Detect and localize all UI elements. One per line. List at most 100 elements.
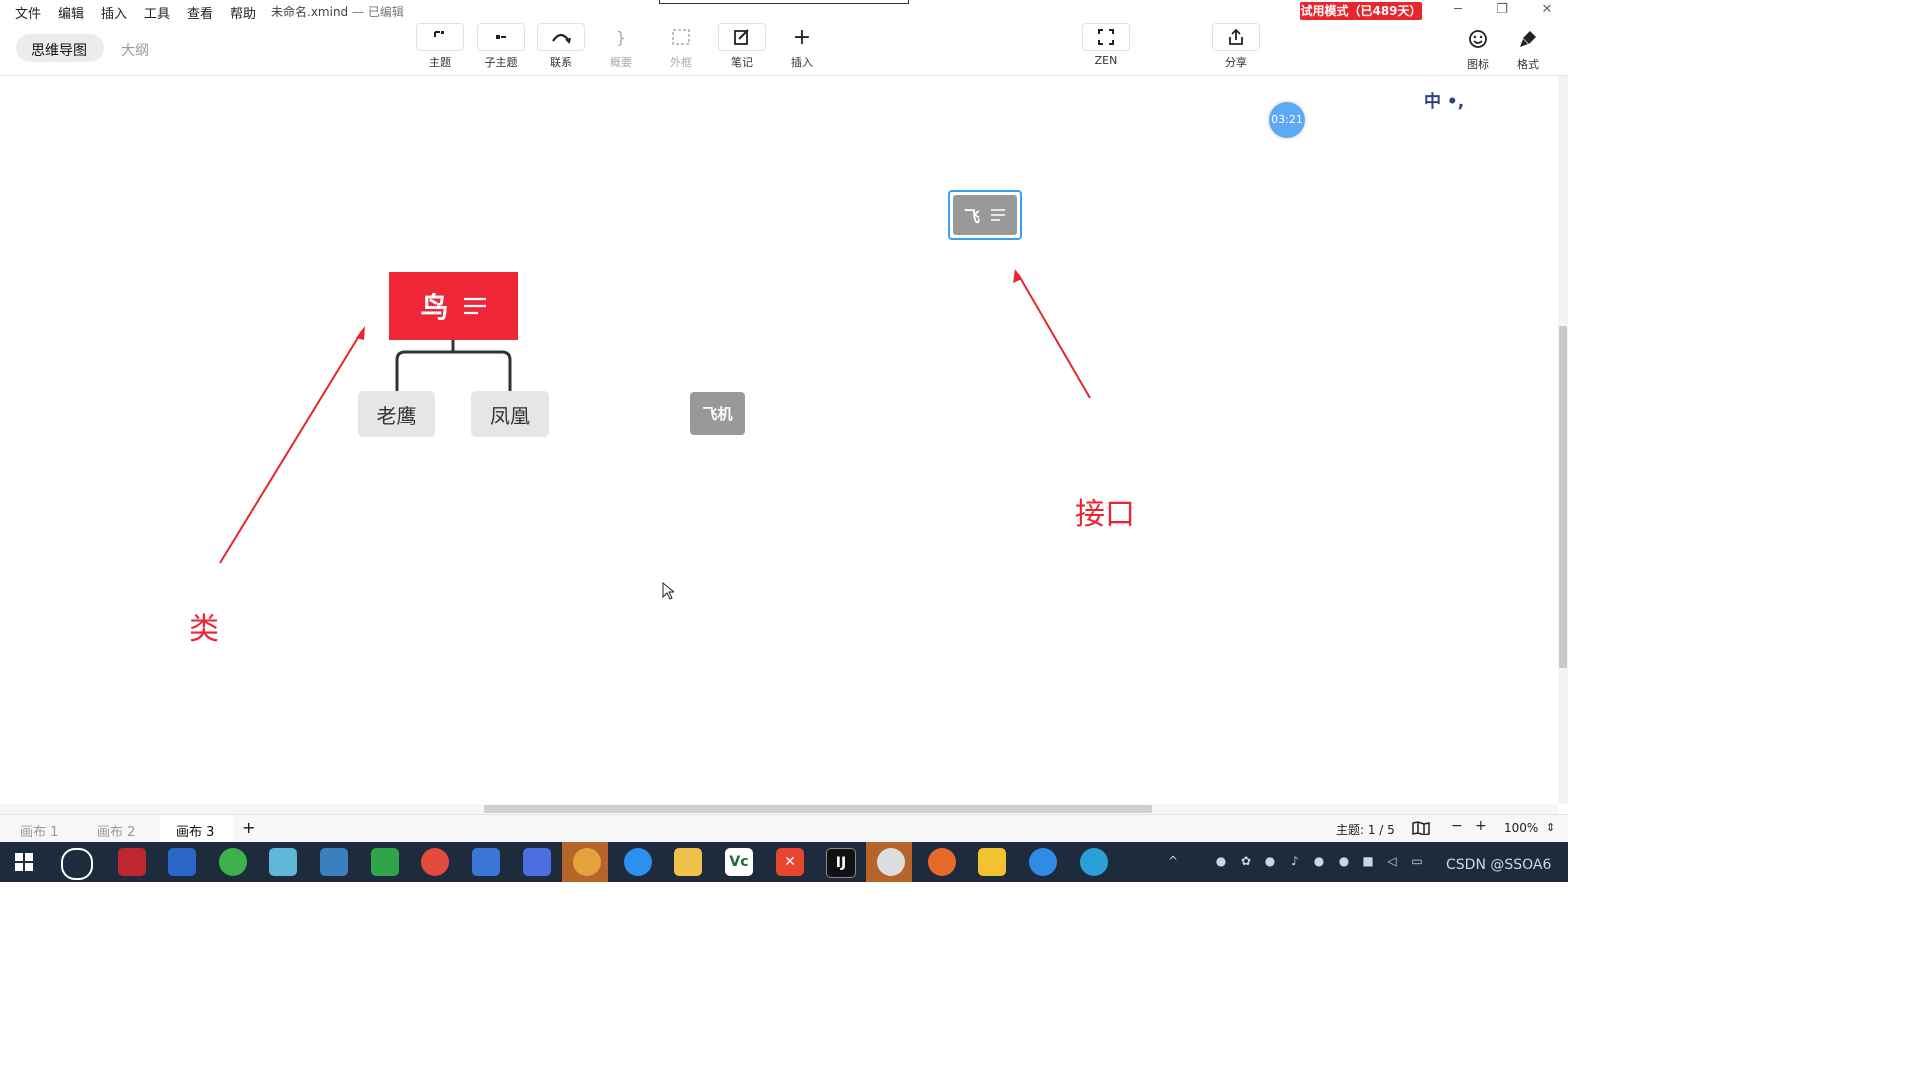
menu-help[interactable]: 帮助 (230, 3, 256, 22)
app-cloud-icon[interactable] (877, 848, 905, 876)
map-view-icon[interactable] (1412, 821, 1430, 835)
summary-icon: } (615, 27, 627, 47)
sheet-bar: 画布 1 画布 2 画布 3 + 主题: 1 / 5 − + 100% ⇕ (0, 814, 1568, 843)
windows-start-icon[interactable] (15, 853, 33, 871)
app-telegram-icon[interactable] (624, 848, 652, 876)
vertical-scrollbar[interactable] (1558, 76, 1568, 804)
close-button[interactable]: ✕ (1537, 1, 1557, 19)
minimize-button[interactable]: ─ (1448, 1, 1468, 19)
menu-view[interactable]: 查看 (187, 3, 213, 22)
sheet-tab-1[interactable]: 画布 1 (20, 821, 58, 840)
central-topic[interactable]: 鸟 (389, 272, 518, 340)
tray-chevron-up-icon[interactable]: ^ (1166, 854, 1180, 868)
notes-label: 笔记 (731, 56, 753, 69)
summary-button[interactable]: } 概要 (597, 23, 645, 71)
tray-shield-icon[interactable]: ● (1337, 854, 1351, 868)
subtopic-eagle[interactable]: 老鹰 (358, 391, 435, 437)
zen-button[interactable]: ZEN (1082, 23, 1130, 71)
insert-button[interactable]: + 插入 (778, 23, 826, 71)
selected-topic[interactable]: 飞 (948, 190, 1022, 240)
add-sheet-button[interactable]: + (242, 818, 255, 837)
app-pinwheel-icon[interactable] (61, 848, 93, 880)
icons-button[interactable]: 图标 (1454, 25, 1502, 73)
sheet-tab-2[interactable]: 画布 2 (97, 821, 135, 840)
app-remote-icon[interactable] (320, 848, 348, 876)
zoom-stepper-icon[interactable]: ⇕ (1546, 821, 1555, 834)
plus-icon: + (792, 24, 812, 50)
zoom-level[interactable]: 100% (1504, 821, 1538, 835)
menu-bar: 文件 编辑 插入 工具 查看 帮助 未命名.xmind — 已编辑 试用模式（已… (0, 0, 1568, 22)
format-label: 格式 (1517, 58, 1539, 71)
ime-indicator: 中 •, (1424, 92, 1465, 112)
tab-outline[interactable]: 大纲 (121, 40, 149, 60)
menu-edit[interactable]: 编辑 (58, 3, 84, 22)
app-circle-icon[interactable] (523, 848, 551, 876)
app-firefox-icon[interactable] (928, 848, 956, 876)
boundary-label: 外框 (670, 56, 692, 69)
watermark: CSDN @SSOA6 (1446, 857, 1552, 873)
annotation-class: 类 (189, 612, 219, 647)
insert-label: 插入 (791, 56, 813, 69)
mindmap-canvas[interactable]: 鸟 老鹰 凤凰 飞机 飞 类 接口 03:21 中 •, (0, 76, 1558, 804)
tray-flower-icon[interactable]: ✿ (1239, 854, 1253, 868)
app-vc-icon[interactable]: Vc (725, 848, 753, 876)
app-cloud-blue-icon[interactable] (1029, 848, 1057, 876)
horizontal-scrollbar[interactable] (0, 804, 1558, 814)
vertical-scroll-thumb[interactable] (1559, 326, 1567, 668)
format-button[interactable]: 格式 (1504, 25, 1552, 73)
topic-label: 主题 (429, 56, 451, 69)
zoom-out-button[interactable]: − (1451, 818, 1463, 834)
sheet-tab-3[interactable]: 画布 3 (176, 821, 214, 840)
tray-qq-icon[interactable]: ● (1312, 854, 1326, 868)
fullscreen-icon (1098, 29, 1114, 45)
topic-button[interactable]: 主题 (416, 23, 464, 71)
relationship-label: 联系 (550, 56, 572, 69)
relationship-button[interactable]: 联系 (537, 23, 585, 71)
relationship-icon (552, 33, 571, 44)
tray-key-icon[interactable]: ♪ (1288, 854, 1302, 868)
app-folder-icon[interactable] (674, 848, 702, 876)
app-green-book-icon[interactable] (371, 848, 399, 876)
app-chart-icon[interactable] (978, 848, 1006, 876)
floating-topic-plane[interactable]: 飞机 (690, 392, 745, 435)
subtopic-phoenix[interactable]: 凤凰 (471, 391, 549, 437)
notes-indicator-icon (991, 209, 1005, 221)
tray-bookmark-icon[interactable]: ■ (1361, 854, 1375, 868)
zoom-in-button[interactable]: + (1475, 818, 1487, 834)
tray-network-icon[interactable]: ▭ (1410, 854, 1424, 868)
topic-icon (434, 31, 444, 37)
boundary-button[interactable]: 外框 (657, 23, 705, 71)
horizontal-scroll-thumb[interactable] (484, 805, 1152, 813)
share-button[interactable]: 分享 (1212, 23, 1260, 71)
annotation-interface: 接口 (1075, 497, 1135, 532)
menu-file[interactable]: 文件 (15, 3, 41, 22)
menu-insert[interactable]: 插入 (101, 3, 127, 22)
icons-label: 图标 (1467, 58, 1489, 71)
timer-badge[interactable]: 03:21 (1269, 102, 1305, 138)
notes-icon (734, 29, 749, 45)
restore-button[interactable]: ❐ (1492, 1, 1512, 19)
app-xmind-icon[interactable]: ✕ (776, 848, 804, 876)
subtopic-label: 子主题 (484, 56, 518, 69)
app-red-icon[interactable] (118, 848, 146, 876)
app-bird-icon[interactable] (472, 848, 500, 876)
app-chrome-icon[interactable] (421, 848, 449, 876)
tab-mindmap[interactable]: 思维导图 (31, 40, 87, 60)
subtopic-button[interactable]: 子主题 (477, 23, 525, 71)
app-green-globe-icon[interactable] (219, 848, 247, 876)
app-search-icon[interactable] (573, 848, 601, 876)
tray-mic-icon[interactable]: ● (1214, 854, 1228, 868)
document-title: 未命名.xmind — 已编辑 (271, 5, 404, 19)
title-input-box[interactable] (659, 0, 909, 4)
share-icon (1229, 28, 1243, 45)
menu-tools[interactable]: 工具 (144, 3, 170, 22)
app-intellij-icon[interactable]: IJ (826, 848, 856, 878)
app-blue-window-icon[interactable] (168, 848, 196, 876)
app-translate-icon[interactable] (1080, 848, 1108, 876)
trial-badge[interactable]: 试用模式（已489天） (1300, 2, 1422, 20)
tray-chat-icon[interactable]: ● (1263, 854, 1277, 868)
app-notepad-icon[interactable] (269, 848, 297, 876)
tray-volume-icon[interactable]: ◁ (1385, 854, 1399, 868)
notes-button[interactable]: 笔记 (718, 23, 766, 71)
brush-icon (1520, 31, 1536, 47)
